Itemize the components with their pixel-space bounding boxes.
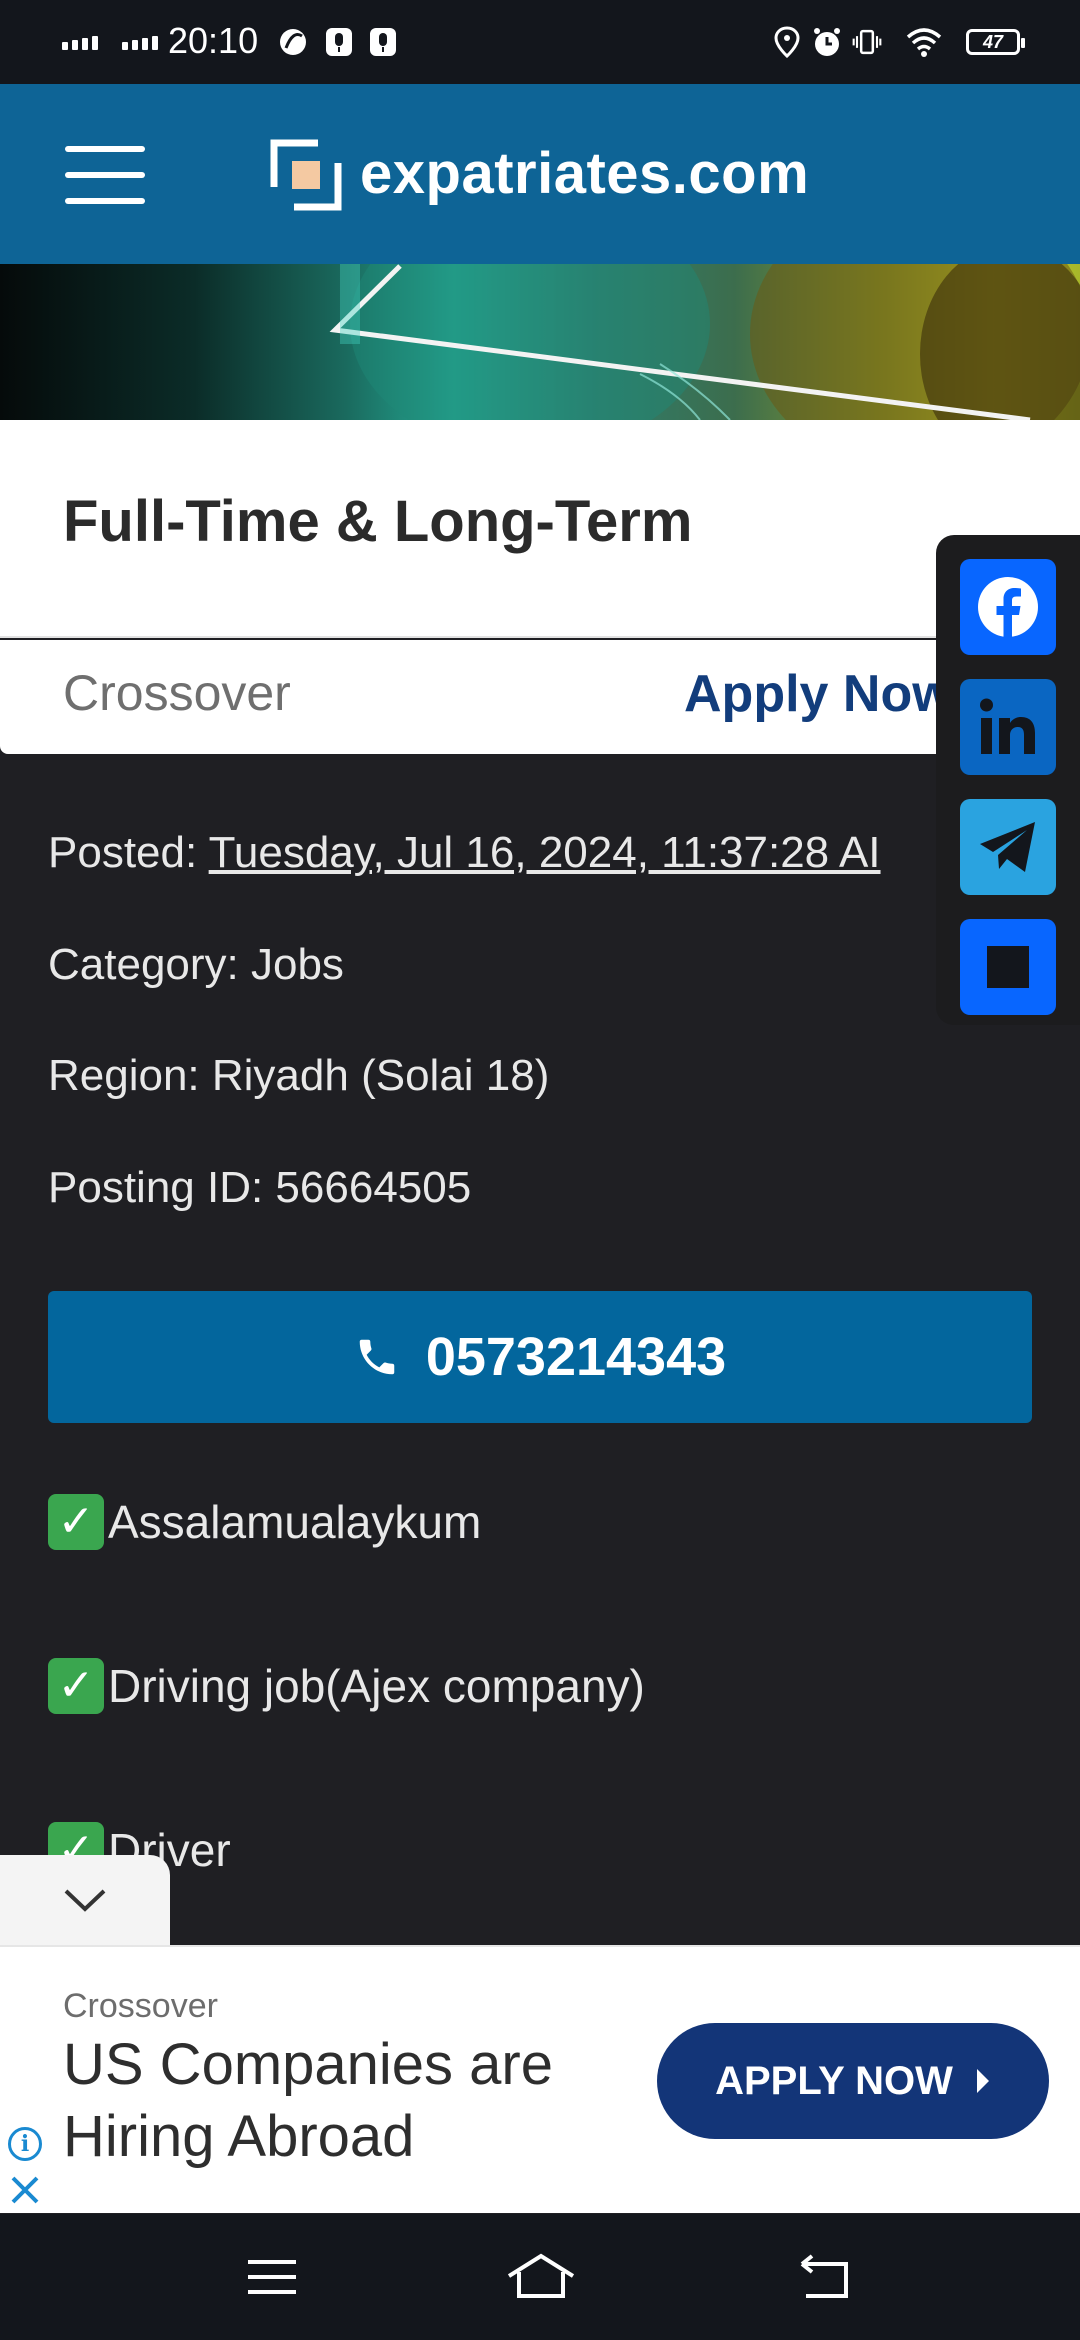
body-line-text: Assalamualaykum <box>108 1496 482 1548</box>
posted-label: Posted: <box>48 828 209 877</box>
posting-id-text: Posting ID: 56664505 <box>48 1163 472 1212</box>
mic-icon <box>326 28 352 56</box>
home-icon[interactable] <box>505 2250 577 2304</box>
job-meta-row: Crossover Apply Now <box>0 640 1080 754</box>
clock-time: 20:10 <box>168 20 259 61</box>
ad-close-icon[interactable] <box>8 2173 42 2207</box>
status-bar: 20:10 47 <box>0 0 1080 84</box>
ad-banner[interactable]: Crossover US Companies are Hiring Abroad… <box>0 1945 1080 2213</box>
body-line-text: Driving job(Ajex company) <box>108 1660 645 1712</box>
ad-advertiser: Crossover <box>63 1987 218 2025</box>
site-name[interactable]: expatriates.com <box>360 140 809 207</box>
ad-info-icon[interactable]: i <box>8 2127 42 2161</box>
chevron-down-icon <box>64 1889 106 1912</box>
body-line: ✓ Driving job(Ajex company) <box>48 1658 645 1714</box>
back-icon[interactable] <box>794 2250 854 2304</box>
facebook-icon <box>978 577 1038 639</box>
collapse-ad-button[interactable] <box>0 1855 170 1945</box>
alarm-icon <box>814 28 840 56</box>
hero-image <box>0 264 1080 420</box>
company-name: Crossover <box>63 665 291 721</box>
share-more-button[interactable] <box>960 919 1056 1015</box>
battery-icon: 47 <box>966 29 1025 55</box>
site-logo-icon[interactable] <box>270 139 342 211</box>
check-mark-icon: ✓ <box>48 1658 104 1714</box>
wifi-icon <box>906 28 942 57</box>
linkedin-share-button[interactable] <box>960 679 1056 775</box>
phone-number: 0573214343 <box>425 1327 727 1387</box>
job-title: Full-Time & Long-Term <box>63 489 693 554</box>
vibrate-icon <box>852 29 882 55</box>
check-mark-icon: ✓ <box>48 1494 104 1550</box>
share-rail <box>936 535 1080 1025</box>
ad-apply-now-button[interactable]: APPLY NOW <box>657 2023 1049 2139</box>
apply-now-link[interactable]: Apply Now <box>684 664 953 724</box>
posted-date-link[interactable]: Tuesday, Jul 16, 2024, 11:37:28 AI <box>209 828 881 877</box>
phone-icon <box>359 1339 395 1375</box>
ad-headline[interactable]: US Companies are Hiring Abroad <box>63 2029 663 2173</box>
region-text: Region: Riyadh (Solai 18) <box>48 1051 550 1100</box>
telegram-share-button[interactable] <box>960 799 1056 895</box>
share-more-icon <box>987 946 1029 988</box>
mic-icon <box>370 28 396 56</box>
body-line: ✓ Assalamualaykum <box>48 1494 481 1550</box>
chevron-right-icon <box>976 2069 989 2093</box>
signal-icon <box>122 36 158 50</box>
system-nav-bar <box>0 2214 1080 2340</box>
job-title-card: Full-Time & Long-Term <box>0 420 1080 638</box>
linkedin-icon <box>980 698 1035 754</box>
signal-icon <box>62 36 98 50</box>
location-icon <box>774 26 800 58</box>
call-phone-button[interactable]: 0573214343 <box>48 1291 1032 1423</box>
facebook-share-button[interactable] <box>960 559 1056 655</box>
telegram-icon <box>980 822 1035 872</box>
category-text: Category: Jobs <box>48 940 344 989</box>
site-header: expatriates.com <box>0 84 1080 264</box>
app-notification-icon <box>280 29 306 55</box>
hamburger-menu-icon[interactable] <box>65 146 145 204</box>
recent-apps-icon[interactable] <box>242 2250 302 2304</box>
ad-cta-label: APPLY NOW <box>715 2058 953 2103</box>
posted-date-row: Posted: Tuesday, Jul 16, 2024, 11:37:28 … <box>48 828 881 878</box>
